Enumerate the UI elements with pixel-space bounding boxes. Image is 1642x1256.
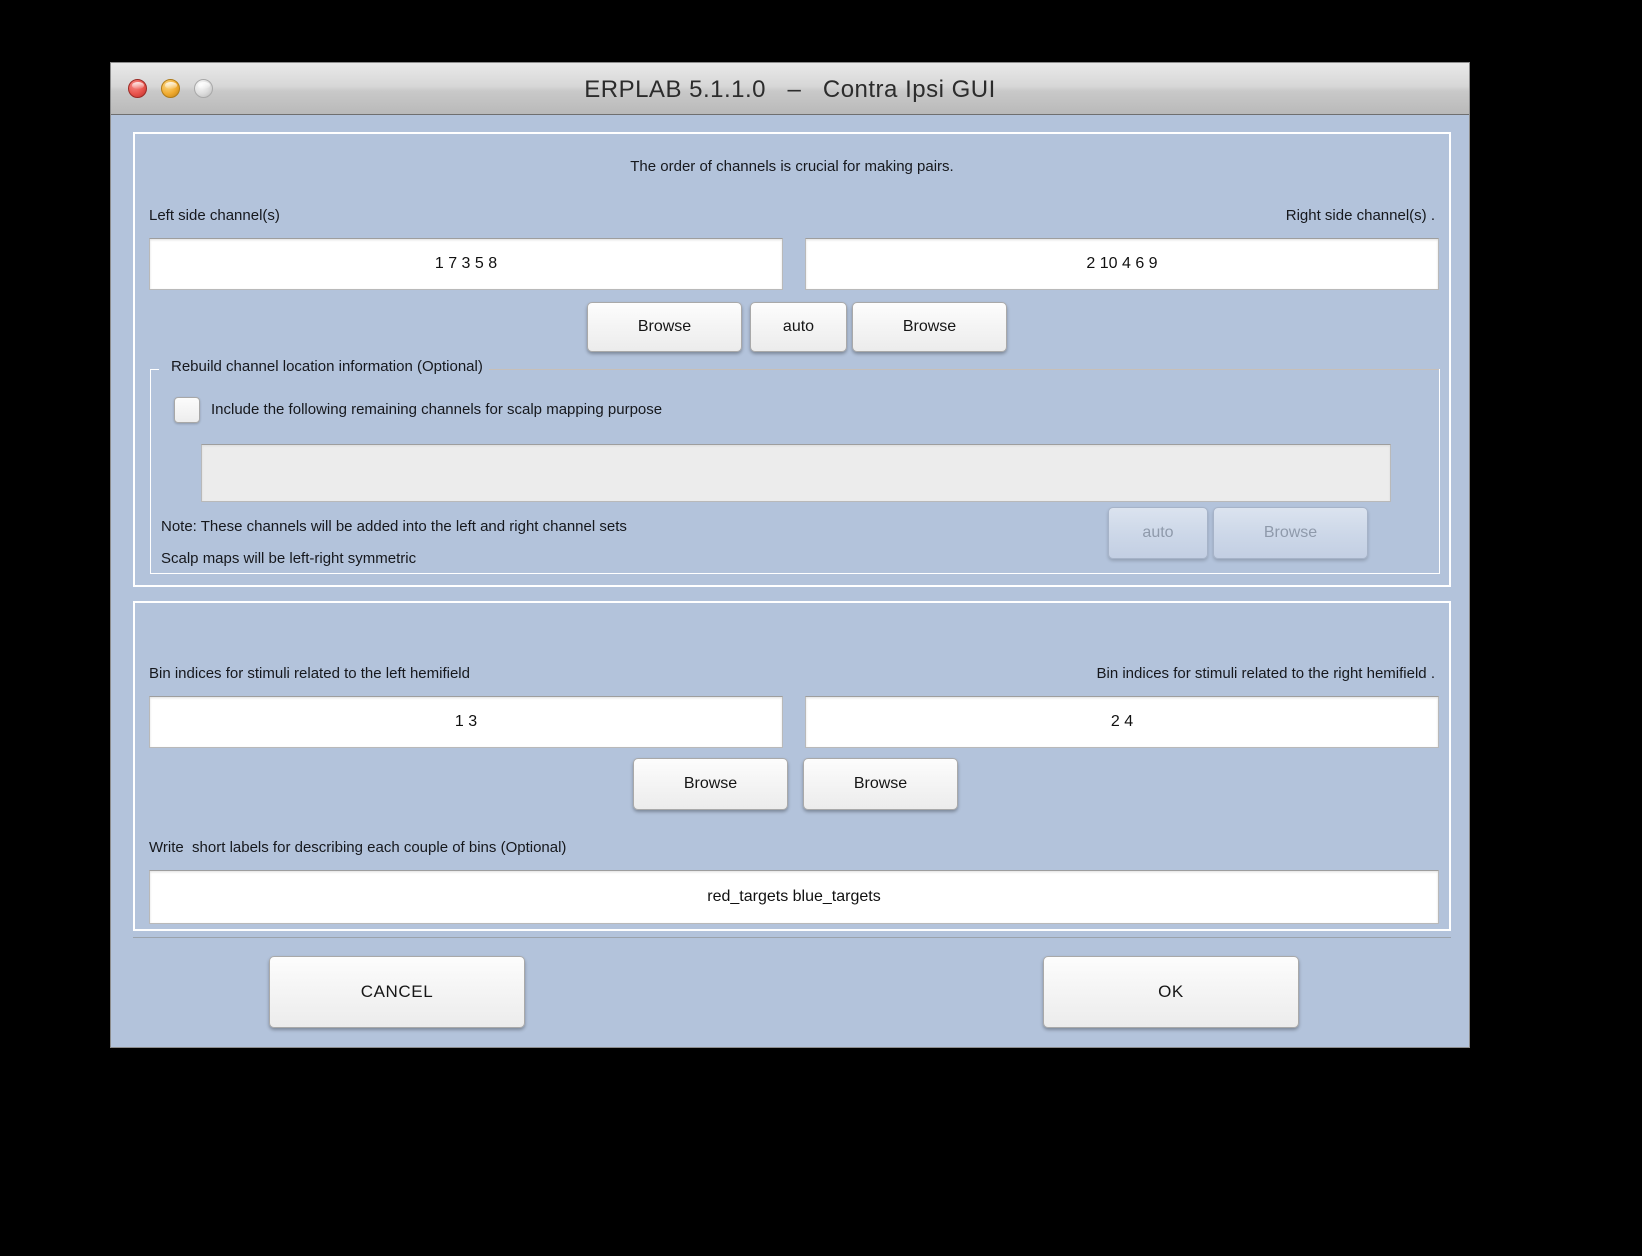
left-channels-input[interactable]: 1 7 3 5 8 <box>149 238 783 290</box>
left-bins-input[interactable]: 1 3 <box>149 696 783 748</box>
left-bins-label: Bin indices for stimuli related to the l… <box>149 665 470 682</box>
rebuild-channel-location-group: Rebuild channel location information (Op… <box>150 358 1440 574</box>
right-bins-input[interactable]: 2 4 <box>805 696 1439 748</box>
auto-channels-button[interactable]: auto <box>750 302 847 352</box>
bin-labels-input[interactable]: red_targets blue_targets <box>149 870 1439 924</box>
remaining-channels-input[interactable] <box>201 444 1391 502</box>
browse-left-channels-button[interactable]: Browse <box>587 302 742 352</box>
footer-divider <box>133 937 1451 938</box>
ok-button[interactable]: OK <box>1043 956 1299 1028</box>
rebuild-note-line-2: Scalp maps will be left-right symmetric <box>161 550 417 567</box>
rebuild-note-line-1: Note: These channels will be added into … <box>161 518 627 535</box>
channels-panel: The order of channels is crucial for mak… <box>133 132 1451 587</box>
bins-panel: Bin indices for stimuli related to the l… <box>133 601 1451 931</box>
cancel-button[interactable]: CANCEL <box>269 956 525 1028</box>
rebuild-browse-button[interactable]: Browse <box>1213 507 1368 559</box>
browse-right-channels-button[interactable]: Browse <box>852 302 1007 352</box>
rebuild-auto-button[interactable]: auto <box>1108 507 1208 559</box>
browse-right-bins-button[interactable]: Browse <box>803 758 958 810</box>
group-border-right <box>466 369 1439 370</box>
window-titlebar: ERPLAB 5.1.1.0 – Contra Ipsi GUI <box>111 63 1469 115</box>
bin-labels-caption: Write short labels for describing each c… <box>149 839 567 856</box>
channel-order-hint: The order of channels is crucial for mak… <box>630 158 954 175</box>
window-title: ERPLAB 5.1.1.0 – Contra Ipsi GUI <box>584 76 996 103</box>
include-remaining-channels-checkbox[interactable] <box>174 397 200 423</box>
rebuild-group-title: Rebuild channel location information (Op… <box>165 358 489 375</box>
group-border-left <box>151 369 159 370</box>
right-channels-input[interactable]: 2 10 4 6 9 <box>805 238 1439 290</box>
right-bins-label: Bin indices for stimuli related to the r… <box>1096 665 1436 682</box>
left-channels-label: Left side channel(s) <box>149 207 280 224</box>
erplab-contra-ipsi-window: ERPLAB 5.1.1.0 – Contra Ipsi GUI The ord… <box>110 62 1470 1048</box>
right-channels-label: Right side channel(s) . <box>1285 207 1435 224</box>
include-remaining-channels-label: Include the following remaining channels… <box>211 401 663 418</box>
browse-left-bins-button[interactable]: Browse <box>633 758 788 810</box>
